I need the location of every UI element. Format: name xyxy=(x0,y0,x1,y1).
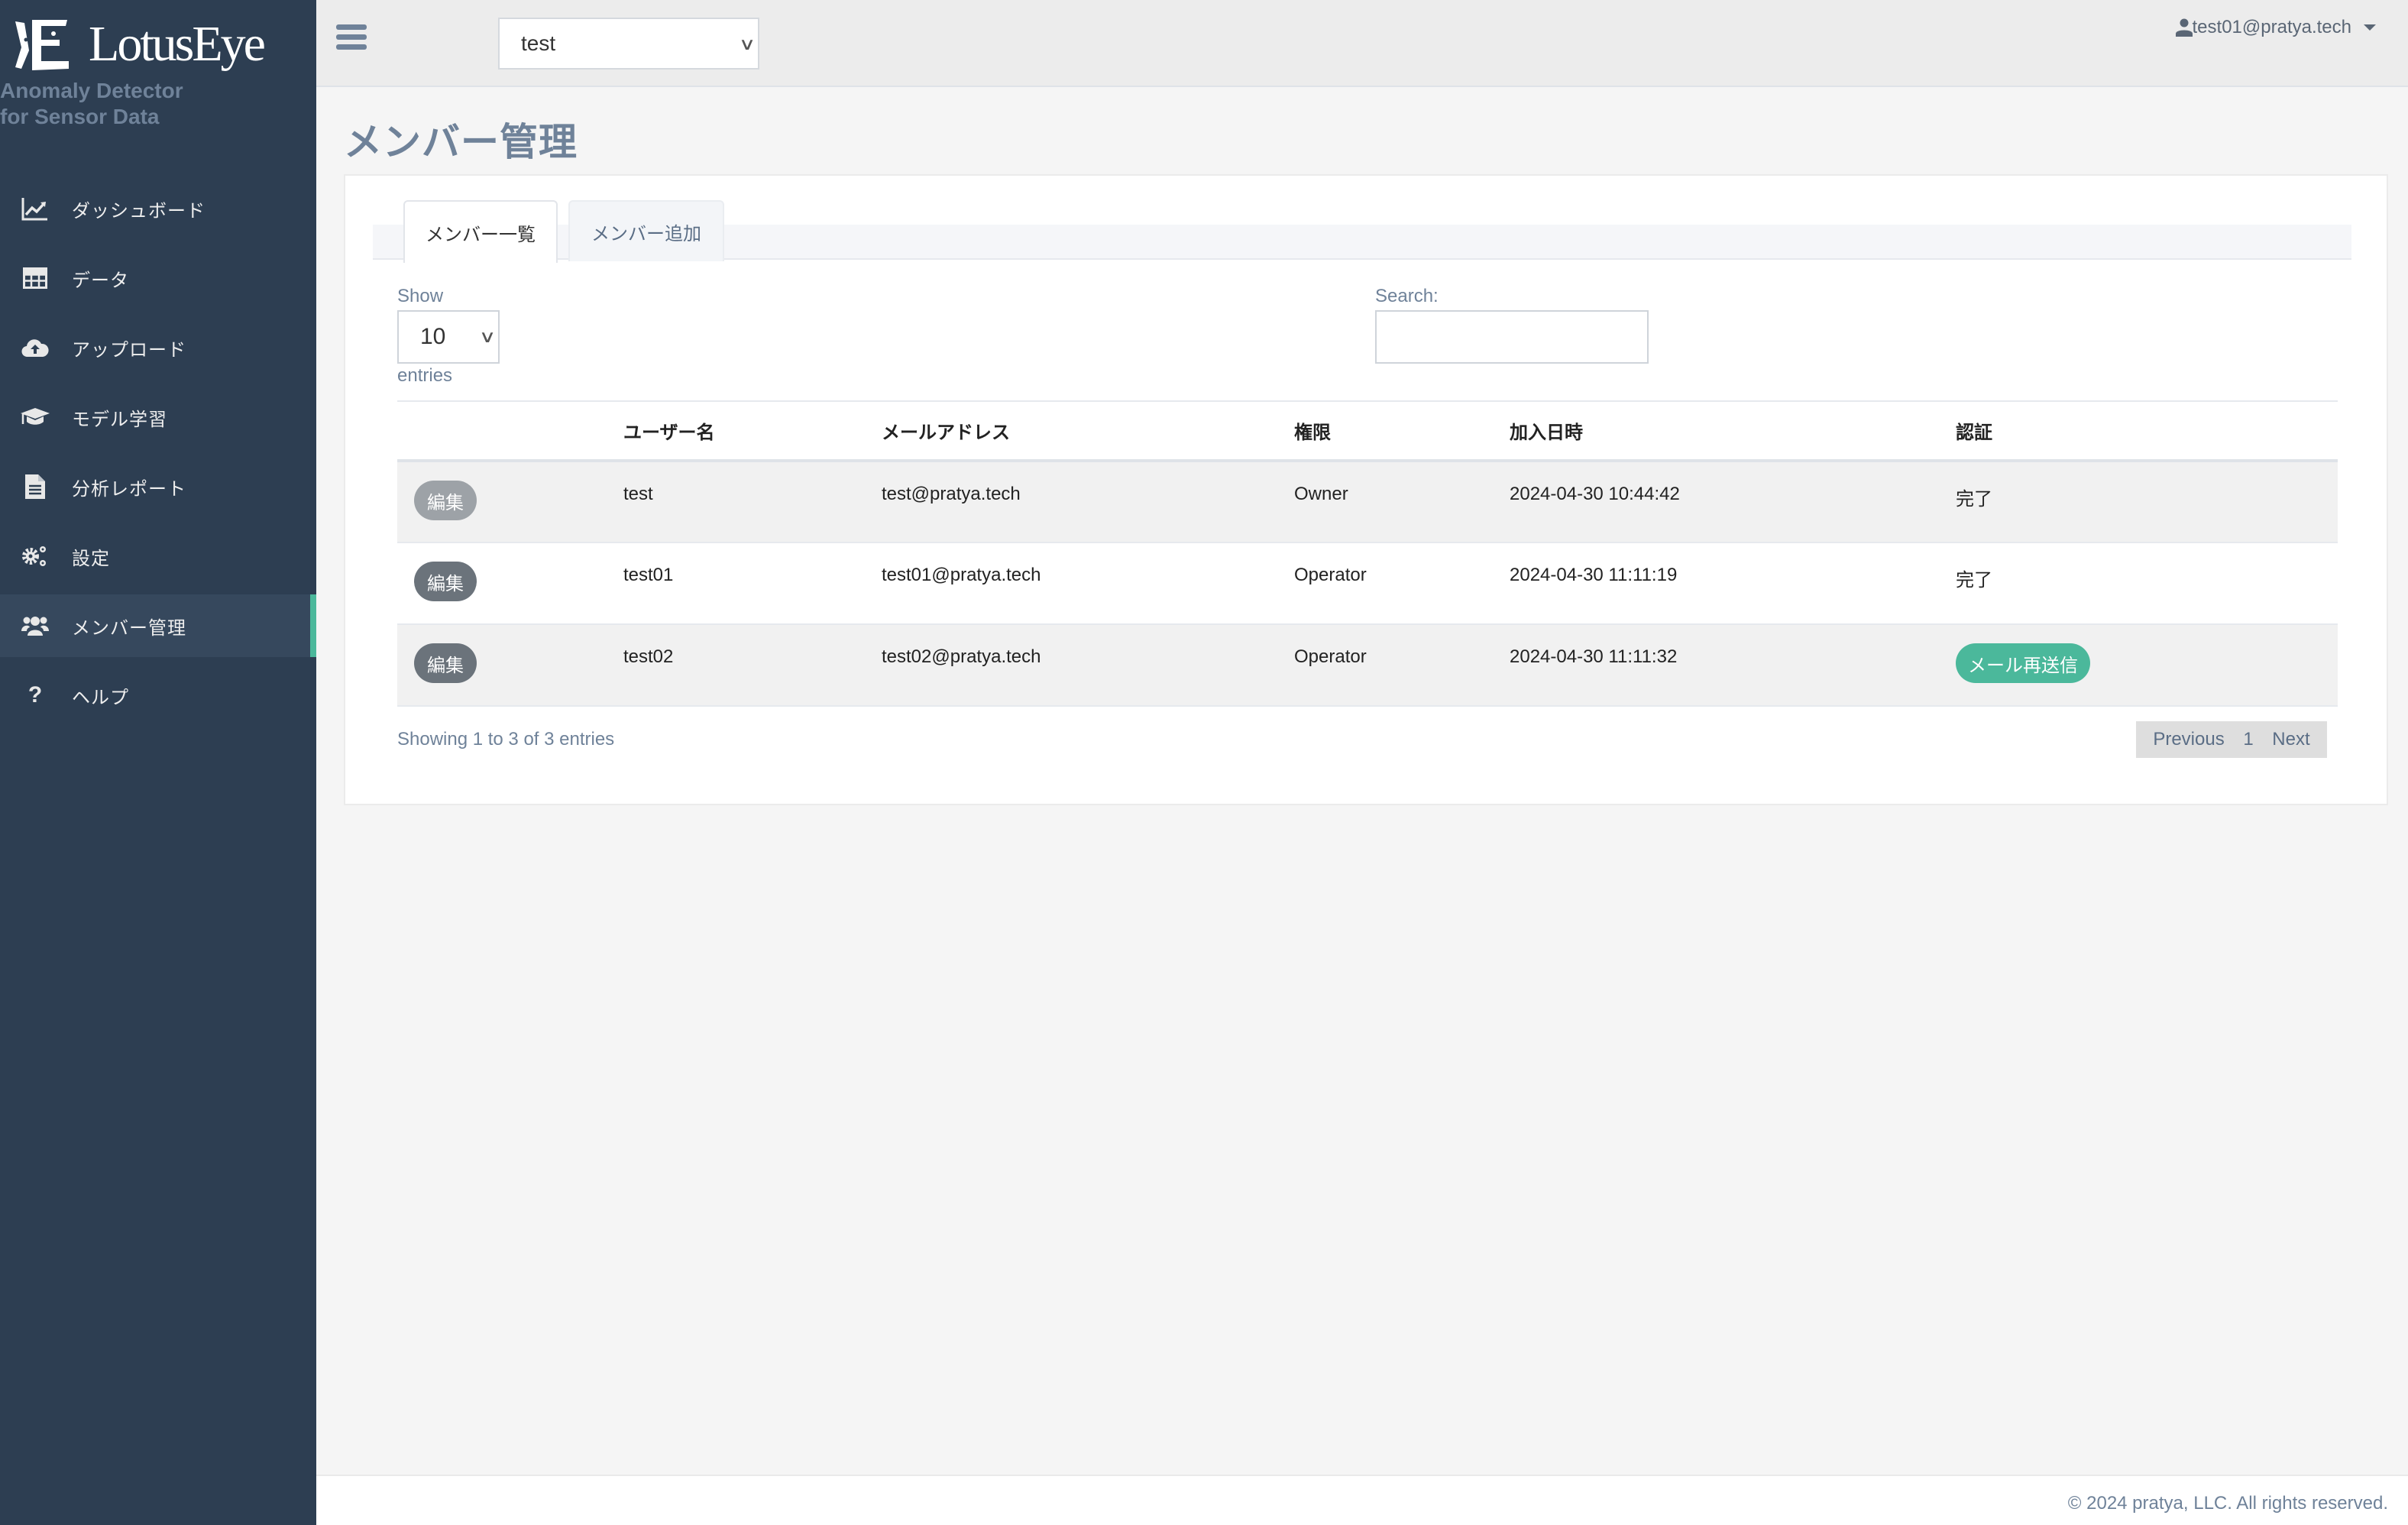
table-row: 編集 test02 test02@pratya.tech Operator 20… xyxy=(397,624,2338,707)
sidebar-item-label: アップロード xyxy=(72,339,186,361)
column-header-auth[interactable]: 認証 xyxy=(1956,401,2338,462)
sidebar-item-label: モデル学習 xyxy=(72,409,167,430)
tab-member-add[interactable]: メンバー追加 xyxy=(568,200,724,261)
column-header-action[interactable] xyxy=(397,401,623,462)
cell-auth-status: 完了 xyxy=(1956,542,2338,625)
sidebar-item-label: データ xyxy=(72,270,129,291)
page-length-label: Show xyxy=(397,286,444,306)
user-menu[interactable]: test01@pratya.tech xyxy=(2175,17,2376,38)
previous-page-button[interactable]: Previous xyxy=(2153,729,2224,750)
cell-username: test xyxy=(623,461,882,543)
chevron-down-icon: ∨ xyxy=(738,34,756,53)
page-title: メンバー管理 xyxy=(344,121,578,164)
cell-email: test01@pratya.tech xyxy=(882,542,1294,625)
cell-joined: 2024-04-30 10:44:42 xyxy=(1510,461,1956,543)
sidebar-item-dashboard[interactable]: ダッシュボード xyxy=(0,177,316,240)
user-icon xyxy=(2175,18,2193,37)
gears-icon xyxy=(20,541,50,571)
resend-email-button[interactable]: メール再送信 xyxy=(1956,643,2090,683)
members-panel: メンバー一覧 メンバー追加 Show 10 ∨ entries Search: … xyxy=(344,174,2388,805)
search-label: Search: xyxy=(1375,286,1439,306)
cell-email: test02@pratya.tech xyxy=(882,624,1294,707)
project-select[interactable]: test ∨ xyxy=(498,18,759,70)
sidebar-item-help[interactable]: ? ヘルプ xyxy=(0,664,316,727)
logo[interactable]: LotusEye xyxy=(14,16,266,72)
cell-role: Operator xyxy=(1294,624,1510,707)
table-row: 編集 test01 test01@pratya.tech Operator 20… xyxy=(397,542,2338,625)
cell-username: test02 xyxy=(623,624,882,707)
question-icon: ? xyxy=(28,682,43,707)
page-length-select[interactable]: 10 ∨ xyxy=(397,310,500,364)
page-length-value: 10 xyxy=(420,324,446,349)
user-email: test01@pratya.tech xyxy=(2192,17,2351,37)
search-input[interactable] xyxy=(1375,310,1649,364)
sidebar-item-label: ヘルプ xyxy=(72,687,129,708)
project-select-value: test xyxy=(521,31,556,55)
sidebar-item-data[interactable]: データ xyxy=(0,247,316,309)
column-header-role[interactable]: 権限 xyxy=(1294,401,1510,462)
entries-label: entries xyxy=(397,365,453,386)
copyright: © 2024 pratya, LLC. All rights reserved. xyxy=(2067,1493,2388,1514)
cell-username: test01 xyxy=(623,542,882,625)
edit-button[interactable]: 編集 xyxy=(414,643,477,683)
menu-toggle-icon[interactable] xyxy=(336,24,367,50)
table-row: 編集 test test@pratya.tech Owner 2024-04-3… xyxy=(397,461,2338,543)
tagline-line-2: for Sensor Data xyxy=(0,105,160,128)
column-header-email[interactable]: メールアドレス xyxy=(882,401,1294,462)
sidebar-item-label: 分析レポート xyxy=(72,478,186,500)
chevron-down-icon: ∨ xyxy=(478,327,497,346)
column-header-joined[interactable]: 加入日時 xyxy=(1510,401,1956,462)
edit-button[interactable]: 編集 xyxy=(414,562,477,601)
sidebar-item-analysis-report[interactable]: 分析レポート xyxy=(0,455,316,518)
lotuseye-logo-icon xyxy=(15,20,69,70)
sidebar-item-label: 設定 xyxy=(72,548,110,569)
sidebar-item-model-training[interactable]: モデル学習 xyxy=(0,386,316,448)
brand-name: LotusEye xyxy=(89,16,266,72)
graduation-cap-icon xyxy=(20,402,50,432)
cell-auth-status: 完了 xyxy=(1956,461,2338,543)
sidebar-item-label: メンバー管理 xyxy=(72,617,186,639)
tab-member-list[interactable]: メンバー一覧 xyxy=(403,200,558,263)
cell-role: Operator xyxy=(1294,542,1510,625)
members-table: ユーザー名 メールアドレス 権限 加入日時 認証 編集 test test@pr… xyxy=(397,400,2338,707)
sidebar-item-label: ダッシュボード xyxy=(72,200,206,222)
edit-button[interactable]: 編集 xyxy=(414,481,477,520)
cell-role: Owner xyxy=(1294,461,1510,543)
sidebar-nav: ダッシュボード データ アップロード モデル学習 分析レポート 設定 メンバー管… xyxy=(0,177,316,733)
document-icon xyxy=(20,471,50,502)
table-header-row: ユーザー名 メールアドレス 権限 加入日時 認証 xyxy=(397,401,2338,462)
brand-tagline: Anomaly Detector for Sensor Data xyxy=(0,78,183,130)
cell-email: test@pratya.tech xyxy=(882,461,1294,543)
topbar: test ∨ test01@pratya.tech xyxy=(316,0,2408,87)
cell-joined: 2024-04-30 11:11:32 xyxy=(1510,624,1956,707)
page-1-button[interactable]: 1 xyxy=(2243,729,2253,750)
cell-joined: 2024-04-30 11:11:19 xyxy=(1510,542,1956,625)
users-icon xyxy=(20,610,50,641)
sidebar-item-member-management[interactable]: メンバー管理 xyxy=(0,594,316,657)
line-chart-icon xyxy=(20,193,50,224)
table-icon xyxy=(20,263,50,293)
cloud-upload-icon xyxy=(20,332,50,363)
pagination: Previous 1 Next xyxy=(2136,721,2327,758)
caret-down-icon xyxy=(2364,24,2376,31)
footer: © 2024 pratya, LLC. All rights reserved. xyxy=(316,1475,2408,1525)
column-header-username[interactable]: ユーザー名 xyxy=(623,401,882,462)
sidebar-item-upload[interactable]: アップロード xyxy=(0,316,316,379)
sidebar-item-settings[interactable]: 設定 xyxy=(0,525,316,588)
tagline-line-1: Anomaly Detector xyxy=(0,79,183,102)
table-info: Showing 1 to 3 of 3 entries xyxy=(397,729,615,750)
next-page-button[interactable]: Next xyxy=(2272,729,2309,750)
sidebar: LotusEye Anomaly Detector for Sensor Dat… xyxy=(0,0,316,1525)
